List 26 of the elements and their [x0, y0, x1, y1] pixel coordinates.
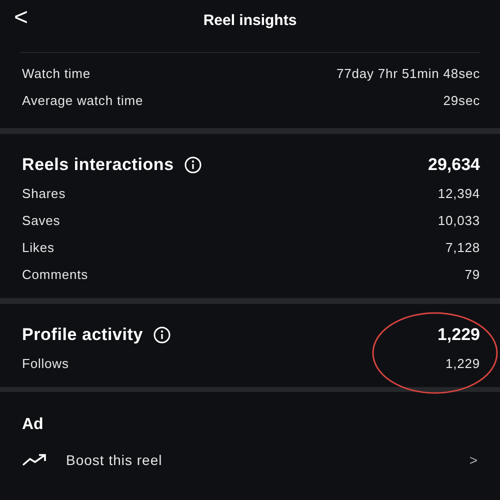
section-title: Ad: [21, 415, 44, 435]
info-icon[interactable]: [184, 156, 202, 174]
metric-value: 77day 7hr 51min 48sec: [336, 66, 480, 81]
metric-label: Shares: [22, 186, 66, 201]
metric-label: Follows: [22, 356, 69, 371]
metric-value: 7,128: [445, 240, 480, 255]
metric-label: Comments: [22, 267, 88, 282]
metric-label: Watch time: [22, 66, 91, 81]
section-total: 29,634: [428, 155, 480, 175]
boost-row[interactable]: Boost this reel >: [0, 440, 500, 480]
metric-label: Likes: [22, 240, 54, 255]
trend-up-icon: [22, 453, 48, 467]
info-icon[interactable]: [153, 326, 172, 344]
metric-value: 10,033: [438, 213, 480, 228]
metric-value: 79: [464, 267, 480, 282]
back-button[interactable]: <: [10, 4, 32, 32]
section-total: 1,229: [437, 325, 480, 345]
metric-value: 12,394: [438, 186, 480, 201]
metric-label: Saves: [22, 213, 60, 228]
section-title: Profile activity: [22, 325, 144, 345]
metric-label: Average watch time: [22, 93, 144, 108]
section-title: Reels interactions: [22, 155, 174, 175]
chevron-icon: >: [469, 452, 478, 468]
metric-value: 29sec: [443, 93, 480, 108]
screen-title: Reel insights: [203, 12, 297, 28]
metric-value: 1,229: [445, 356, 480, 371]
